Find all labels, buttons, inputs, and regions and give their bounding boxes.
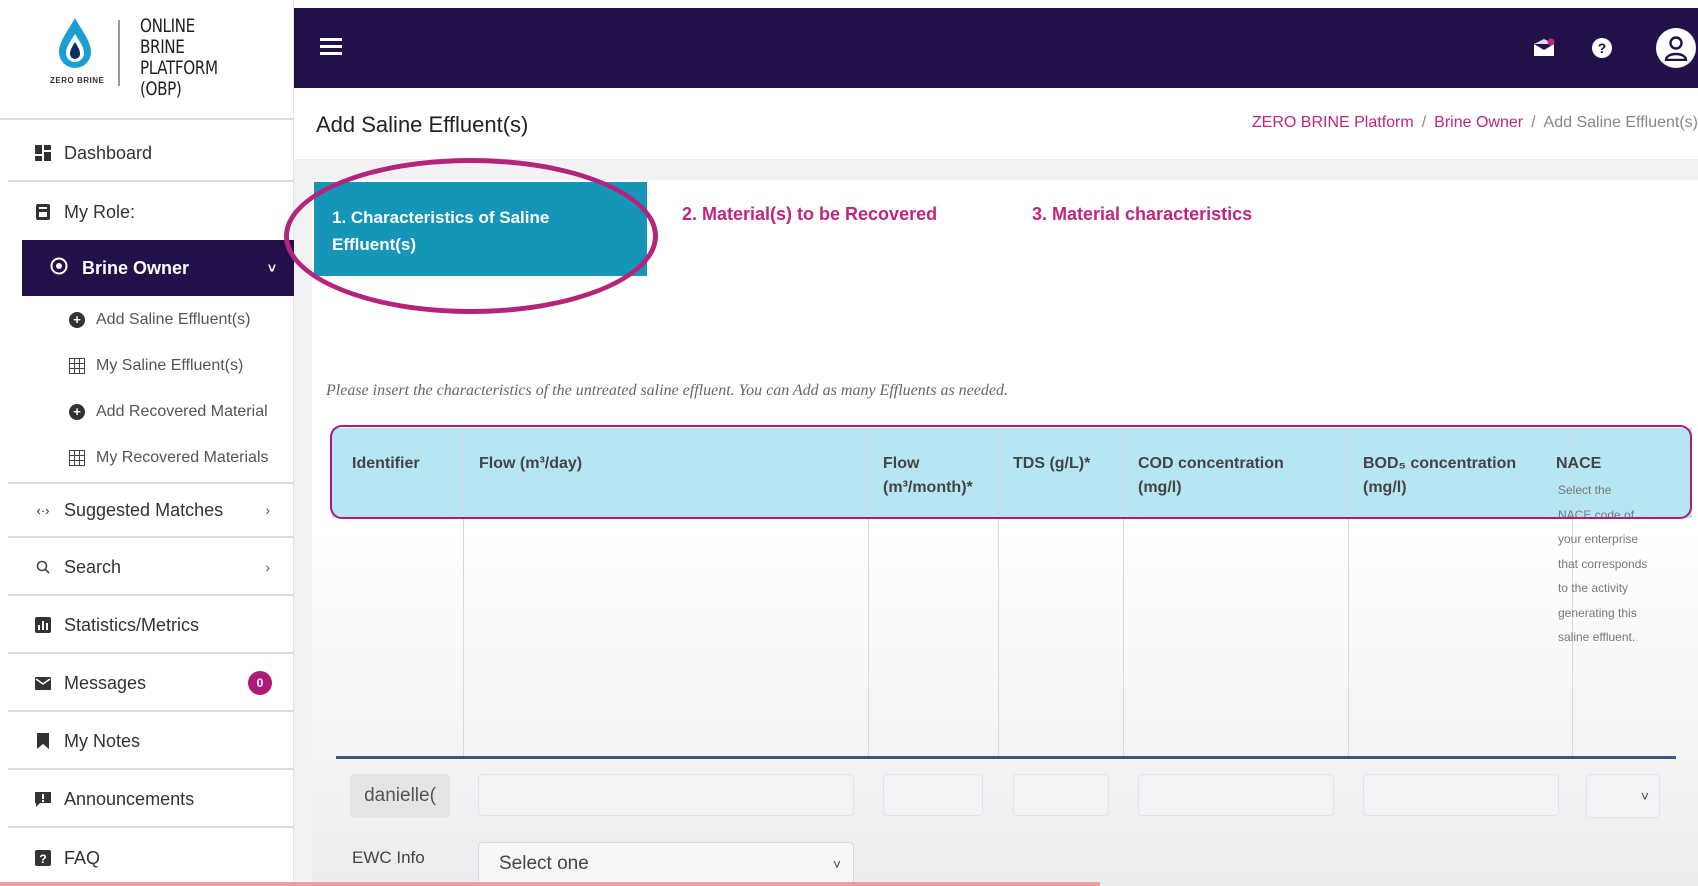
breadcrumb-separator: /: [1531, 114, 1536, 131]
logo-divider: [118, 20, 120, 86]
dashboard-icon: [34, 144, 52, 162]
sidebar-item-brine-owner[interactable]: Brine Owner ˅: [22, 240, 294, 296]
page-title: Add Saline Effluent(s): [316, 112, 529, 137]
ewc-select[interactable]: Select one ˅: [478, 842, 854, 886]
sidebar-subitem-label: Add Recovered Material: [96, 403, 268, 420]
sidebar-item-label: Statistics/Metrics: [64, 614, 200, 635]
highlight-annotation-oval: [284, 158, 658, 314]
app: ZERO BRINE ONLINE BRINE PLATFORM (OBP) D…: [0, 0, 1698, 886]
sidebar-item-label: Announcements: [64, 788, 195, 809]
search-icon: [34, 558, 52, 576]
sidebar-subitem-label: My Saline Effluent(s): [96, 357, 244, 374]
breadcrumb-link-home[interactable]: ZERO BRINE Platform: [1252, 114, 1414, 131]
user-avatar-icon[interactable]: [1656, 28, 1696, 68]
brand-logo[interactable]: ZERO BRINE ONLINE BRINE PLATFORM (OBP): [0, 0, 294, 120]
chevron-down-icon: ˅: [267, 260, 276, 276]
sidebar-subitem-my-saline-effluents[interactable]: My Saline Effluent(s): [68, 346, 243, 386]
sidebar-item-label: Suggested Matches: [64, 499, 224, 520]
sidebar: ZERO BRINE ONLINE BRINE PLATFORM (OBP) D…: [0, 0, 294, 886]
messages-count-badge: 0: [248, 671, 272, 695]
table-grid-icon: [68, 357, 86, 375]
chevron-right-icon: ›: [265, 502, 270, 518]
chevron-down-icon: ˅: [1640, 788, 1649, 804]
sidebar-item-my-notes[interactable]: My Notes: [8, 714, 294, 770]
plus-circle-icon: +: [68, 403, 86, 421]
instructions-text: Please insert the characteristics of the…: [326, 382, 1008, 399]
question-square-icon: ?: [34, 849, 52, 867]
sidebar-item-label: Brine Owner: [82, 257, 190, 278]
tds-input[interactable]: [1013, 774, 1109, 816]
breadcrumb: ZERO BRINE Platform / Brine Owner / Add Sali…: [1252, 114, 1698, 132]
brand-small-text: ZERO BRINE: [50, 76, 105, 85]
sidebar-item-label: FAQ: [64, 847, 101, 868]
flow-month-input[interactable]: [883, 774, 983, 816]
chevron-right-icon: ›: [265, 559, 270, 575]
flow-day-input[interactable]: [478, 774, 854, 816]
ewc-info-label: EWC Info: [352, 848, 425, 867]
sidebar-item-search[interactable]: Search ›: [8, 540, 294, 596]
mail-notification-icon[interactable]: [1530, 34, 1558, 62]
bar-chart-icon: [34, 616, 52, 634]
ewc-select-value: Select one: [499, 853, 589, 874]
brand-title-line: PLATFORM (OBP): [140, 57, 218, 100]
help-icon[interactable]: ?: [1588, 34, 1616, 62]
sidebar-item-label: My Notes: [64, 730, 141, 751]
brand-title-line: ONLINE: [140, 15, 195, 37]
svg-text:?: ?: [1598, 40, 1607, 56]
sidebar-item-suggested-matches[interactable]: ‹·› Suggested Matches ›: [8, 482, 294, 538]
sidebar-subitem-my-recovered-materials[interactable]: My Recovered Materials: [68, 438, 269, 478]
bod-input[interactable]: [1363, 774, 1559, 816]
breadcrumb-current: Add Saline Effluent(s): [1543, 114, 1698, 131]
sidebar-subitem-add-saline-effluent[interactable]: + Add Saline Effluent(s): [68, 300, 250, 340]
sidebar-item-label: Messages: [64, 672, 147, 693]
sidebar-subitem-label: Add Saline Effluent(s): [96, 311, 251, 328]
cod-input[interactable]: [1138, 774, 1334, 816]
plus-circle-icon: +: [68, 311, 86, 329]
sidebar-subitem-label: My Recovered Materials: [96, 449, 269, 466]
topbar-strip: [294, 0, 1698, 8]
table-divider-rule: [336, 756, 1676, 759]
sidebar-item-label: My Role:: [64, 201, 136, 222]
video-progress-bar: [0, 882, 1100, 886]
hamburger-menu-icon[interactable]: [320, 38, 342, 56]
page-header: Add Saline Effluent(s) ZERO BRINE Platfo…: [294, 88, 1698, 160]
sidebar-item-announcements[interactable]: Announcements: [8, 772, 294, 828]
identifier-field[interactable]: danielle(: [350, 774, 450, 818]
table-grid-icon: [68, 449, 86, 467]
wizard-step-2[interactable]: 2. Material(s) to be Recovered: [682, 204, 937, 225]
table-header-highlight-annotation: [330, 425, 1692, 519]
sidebar-item-label: Search: [64, 556, 122, 577]
breadcrumb-separator: /: [1421, 114, 1427, 131]
sidebar-item-statistics[interactable]: Statistics/Metrics: [8, 598, 294, 654]
bookmark-icon: [34, 732, 52, 750]
svg-text:?: ?: [39, 852, 46, 866]
id-badge-icon: [34, 203, 52, 221]
brand-title-line: BRINE: [140, 36, 185, 58]
water-drop-logo-icon: [59, 18, 91, 68]
nace-select[interactable]: ˅: [1586, 774, 1660, 818]
breadcrumb-link-brine-owner[interactable]: Brine Owner: [1434, 114, 1523, 131]
chevron-down-icon: ˅: [832, 856, 841, 872]
announcement-icon: [34, 790, 52, 808]
envelope-icon: [34, 674, 52, 692]
sidebar-item-faq[interactable]: ? FAQ: [8, 830, 294, 886]
wizard-step-3[interactable]: 3. Material characteristics: [1032, 204, 1252, 225]
sidebar-subitem-add-recovered-material[interactable]: + Add Recovered Material: [68, 392, 268, 432]
topbar: ?: [294, 8, 1698, 88]
target-circle-icon: [50, 257, 68, 280]
brand-title: ONLINE BRINE PLATFORM (OBP): [140, 16, 263, 100]
sidebar-item-messages[interactable]: Messages 0: [8, 656, 294, 712]
sidebar-item-dashboard[interactable]: Dashboard: [8, 126, 294, 182]
sidebar-item-label: Dashboard: [64, 142, 153, 163]
code-brackets-icon: ‹·›: [36, 502, 50, 518]
sidebar-item-my-role: My Role:: [8, 184, 294, 240]
